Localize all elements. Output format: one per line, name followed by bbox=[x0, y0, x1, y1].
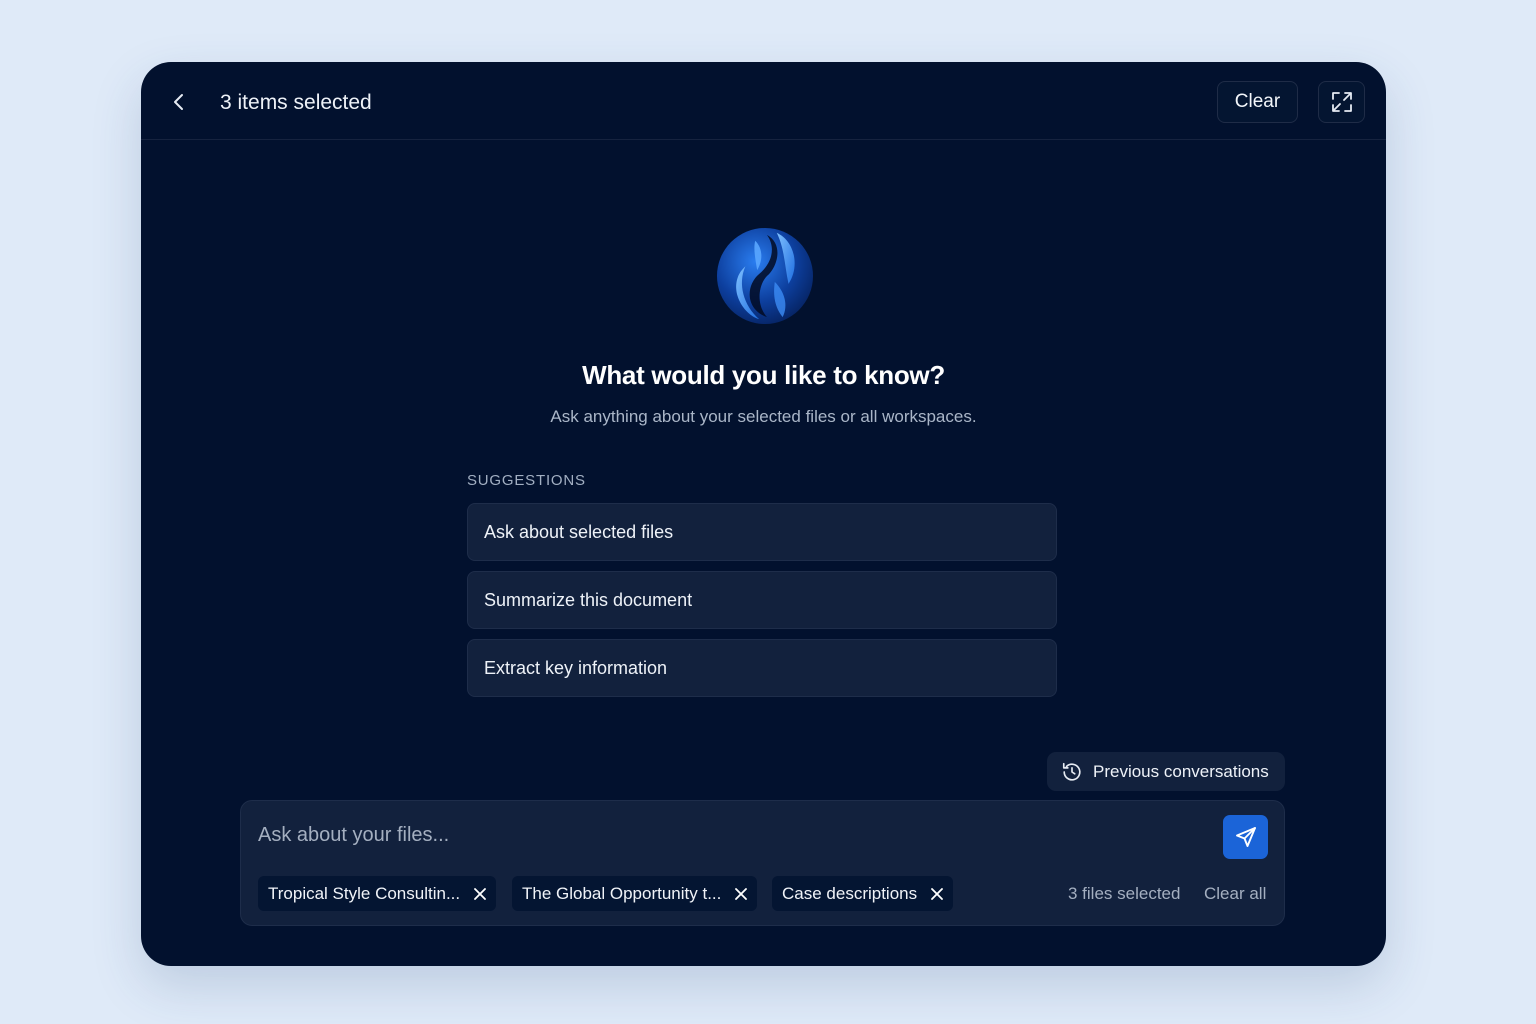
expand-icon bbox=[1331, 92, 1352, 112]
close-icon bbox=[735, 887, 748, 900]
previous-conversations-label: Previous conversations bbox=[1093, 761, 1269, 781]
suggestion-extract-key-information[interactable]: Extract key information bbox=[467, 639, 1057, 697]
assistant-panel: 3 items selected Clear What would you li… bbox=[141, 62, 1386, 966]
remove-file-button[interactable] bbox=[472, 886, 488, 902]
clear-all-button[interactable]: Clear all bbox=[1204, 884, 1266, 904]
clear-button[interactable]: Clear bbox=[1217, 81, 1298, 123]
chevron-left-icon bbox=[174, 94, 183, 110]
close-icon bbox=[931, 887, 944, 900]
suggestion-label: Extract key information bbox=[484, 657, 668, 678]
file-chip-label: The Global Opportunity t... bbox=[522, 883, 722, 903]
suggestion-label: Ask about selected files bbox=[484, 521, 674, 542]
brand-logo bbox=[716, 227, 814, 325]
file-chip: The Global Opportunity t... bbox=[512, 876, 758, 911]
file-chip: Tropical Style Consultin... bbox=[258, 876, 497, 911]
hero-title: What would you like to know? bbox=[582, 360, 945, 390]
file-chip-label: Tropical Style Consultin... bbox=[268, 883, 461, 903]
remove-file-button[interactable] bbox=[929, 886, 945, 902]
previous-conversations-button[interactable]: Previous conversations bbox=[1047, 752, 1285, 791]
send-button[interactable] bbox=[1223, 815, 1268, 859]
suggestion-label: Summarize this document bbox=[484, 589, 693, 610]
selection-title: 3 items selected bbox=[220, 91, 372, 114]
history-icon bbox=[1062, 762, 1081, 781]
send-icon bbox=[1235, 827, 1256, 847]
remove-file-button[interactable] bbox=[733, 886, 749, 902]
hero-subtitle: Ask anything about your selected files o… bbox=[550, 407, 977, 426]
file-chip-label: Case descriptions bbox=[782, 883, 918, 903]
message-composer: Tropical Style Consultin... The Global O… bbox=[240, 800, 1285, 926]
suggestion-summarize-document[interactable]: Summarize this document bbox=[467, 571, 1057, 629]
message-input[interactable] bbox=[258, 815, 1198, 855]
suggestion-ask-selected-files[interactable]: Ask about selected files bbox=[467, 503, 1057, 561]
panel-header: 3 items selected Clear bbox=[141, 62, 1386, 140]
close-icon bbox=[474, 887, 487, 900]
expand-button[interactable] bbox=[1318, 81, 1365, 123]
file-chip: Case descriptions bbox=[772, 876, 954, 911]
back-button[interactable] bbox=[165, 88, 193, 116]
suggestions-label: SUGGESTIONS bbox=[467, 472, 586, 489]
files-selected-count: 3 files selected bbox=[1068, 884, 1181, 903]
